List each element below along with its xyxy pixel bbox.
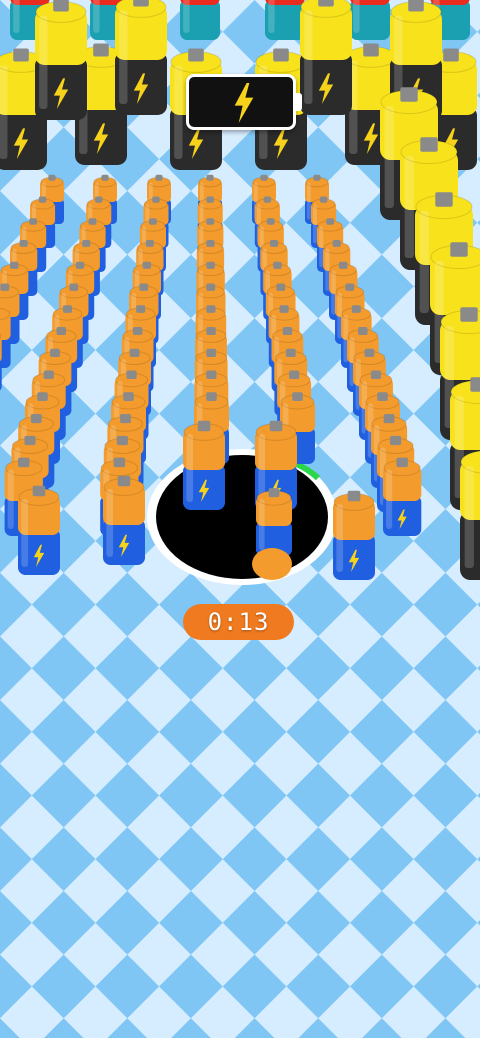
countdown-timer: 0:13 [183,604,294,640]
small-battery [333,490,375,580]
falling-battery [252,548,292,580]
game-scene [0,0,480,1038]
small-battery [0,307,11,368]
red-battery [350,0,390,40]
small-battery [183,420,225,510]
small-battery [18,485,60,575]
small-battery [103,475,145,565]
large-battery [300,0,352,115]
falling-battery [256,488,292,556]
black-hole[interactable] [147,449,337,585]
game-viewport[interactable]: 0:13 [0,0,480,1038]
lightning-bolt-icon [229,83,259,123]
red-battery [265,0,305,40]
hole-core [156,455,328,579]
large-battery [35,0,87,120]
red-battery [180,0,220,40]
charge-indicator [186,74,302,130]
large-battery [460,450,480,580]
small-battery [383,457,422,536]
large-battery [115,0,167,115]
